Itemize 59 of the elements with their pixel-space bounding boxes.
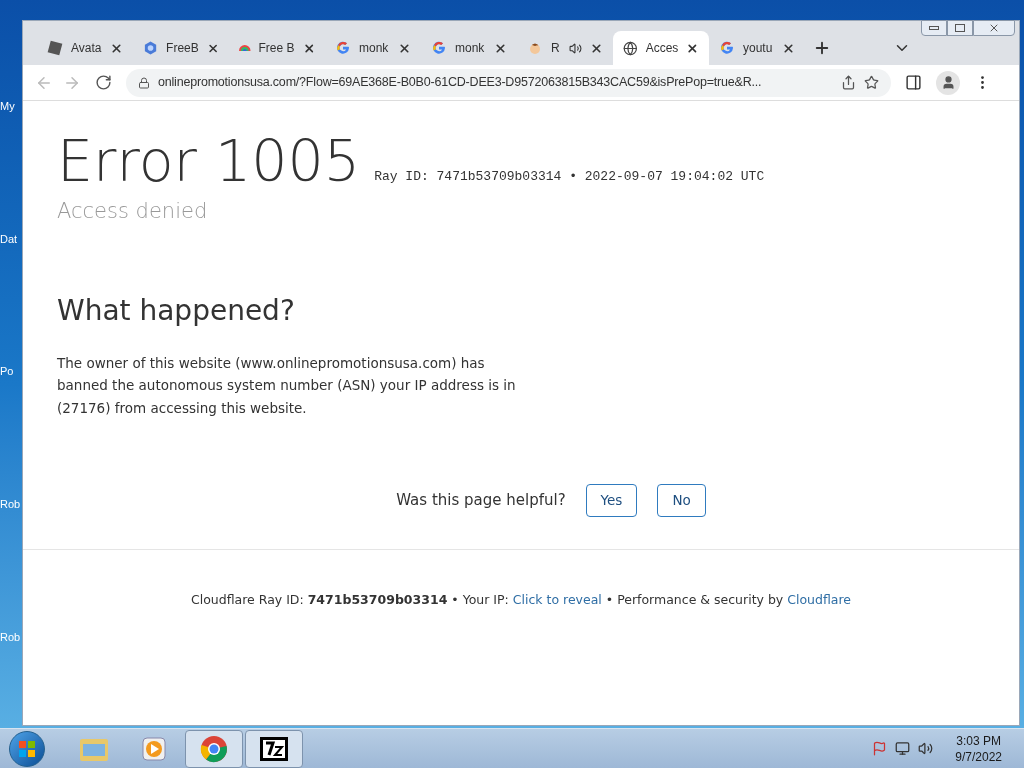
access-denied-subtitle: Access denied	[57, 198, 208, 225]
reload-icon[interactable]	[95, 74, 112, 91]
action-center-flag-icon[interactable]	[872, 741, 888, 756]
clock-date[interactable]: 9/7/2022	[955, 748, 1002, 765]
close-tab-icon[interactable]	[398, 41, 411, 55]
close-tab-icon[interactable]	[494, 41, 507, 55]
close-tab-icon[interactable]	[686, 41, 699, 55]
desktop-icon-label[interactable]: Dat	[0, 233, 18, 245]
close-tab-icon[interactable]	[110, 41, 123, 55]
lock-icon	[138, 76, 150, 89]
google-icon	[719, 40, 735, 56]
bookmark-star-icon[interactable]	[864, 75, 879, 90]
feedback-button[interactable]: Yes	[585, 484, 638, 517]
google-icon	[335, 40, 351, 56]
desktop-icon-label[interactable]: Rob	[0, 499, 21, 511]
restore-button[interactable]	[947, 20, 973, 36]
chrome-icon	[200, 734, 228, 763]
clock-time[interactable]: 3:03 PM	[956, 732, 1001, 749]
section-heading: What happened?	[57, 292, 295, 329]
hexagon-icon	[143, 40, 159, 56]
browser-tab[interactable]: youtu	[709, 31, 805, 65]
google-icon	[431, 40, 447, 56]
close-tab-icon[interactable]	[782, 41, 795, 55]
new-tab-icon[interactable]	[813, 39, 831, 57]
taskbar-app[interactable]	[245, 729, 303, 768]
browser-tab[interactable]: R	[517, 31, 613, 65]
explanation-paragraph: The owner of this website (www.onlinepromotionsusa.com) has banned the autonomous system number (ASN) your IP address is in (27176) from accessing this website.	[57, 353, 517, 418]
start-button[interactable]	[9, 730, 45, 767]
speaker-icon[interactable]	[569, 41, 582, 55]
footer-text: Cloudflare Ray ID: 7471b53709b03314 • Your IP: Click to reveal • Performance & security by Cloudflare	[189, 591, 853, 609]
volume-icon[interactable]	[918, 741, 934, 756]
rainbow-icon	[239, 45, 251, 51]
globe-icon	[623, 40, 638, 56]
desktop-icon-label[interactable]: Po	[0, 366, 14, 378]
browser-tab[interactable]: monk	[421, 31, 517, 65]
error-title: Error 1005	[57, 133, 361, 190]
archive-icon	[259, 735, 289, 762]
windows-logo-icon	[18, 739, 36, 758]
cube-icon	[47, 40, 63, 56]
ray-id-text: Ray ID: 7471b53709b03314 • 2022-09-07 19:04:02 UTC	[374, 167, 765, 186]
network-icon[interactable]	[895, 741, 911, 756]
helpful-question: Was this page helpful?	[396, 490, 566, 512]
side-panel-icon[interactable]	[905, 74, 922, 91]
browser-tab[interactable]: monk	[325, 31, 421, 65]
browser-tab[interactable]: Free B	[229, 31, 325, 65]
close-icon	[988, 22, 1000, 34]
profile-icon[interactable]	[936, 70, 960, 95]
address-bar[interactable]: onlinepromotionsusa.com/?Flow=69AE368E-B0B0-61CD-DEE3-D9572063815B343CAC59&isPrePop=true&R...	[126, 68, 891, 97]
browser-tab[interactable]: Avata	[37, 31, 133, 65]
desktop-icon-label[interactable]: My	[0, 100, 15, 112]
reveal-ip-link[interactable]: Click to reveal	[512, 592, 602, 607]
share-icon[interactable]	[841, 75, 856, 90]
close-tab-icon[interactable]	[590, 41, 603, 55]
browser-tab[interactable]: Acces	[613, 31, 709, 65]
browser-tab[interactable]: FreeB	[133, 31, 229, 65]
cloudflare-link[interactable]: Cloudflare	[787, 592, 852, 607]
feedback-button[interactable]: No	[657, 484, 706, 517]
minimize-button[interactable]	[921, 20, 947, 36]
play-icon	[141, 735, 167, 762]
